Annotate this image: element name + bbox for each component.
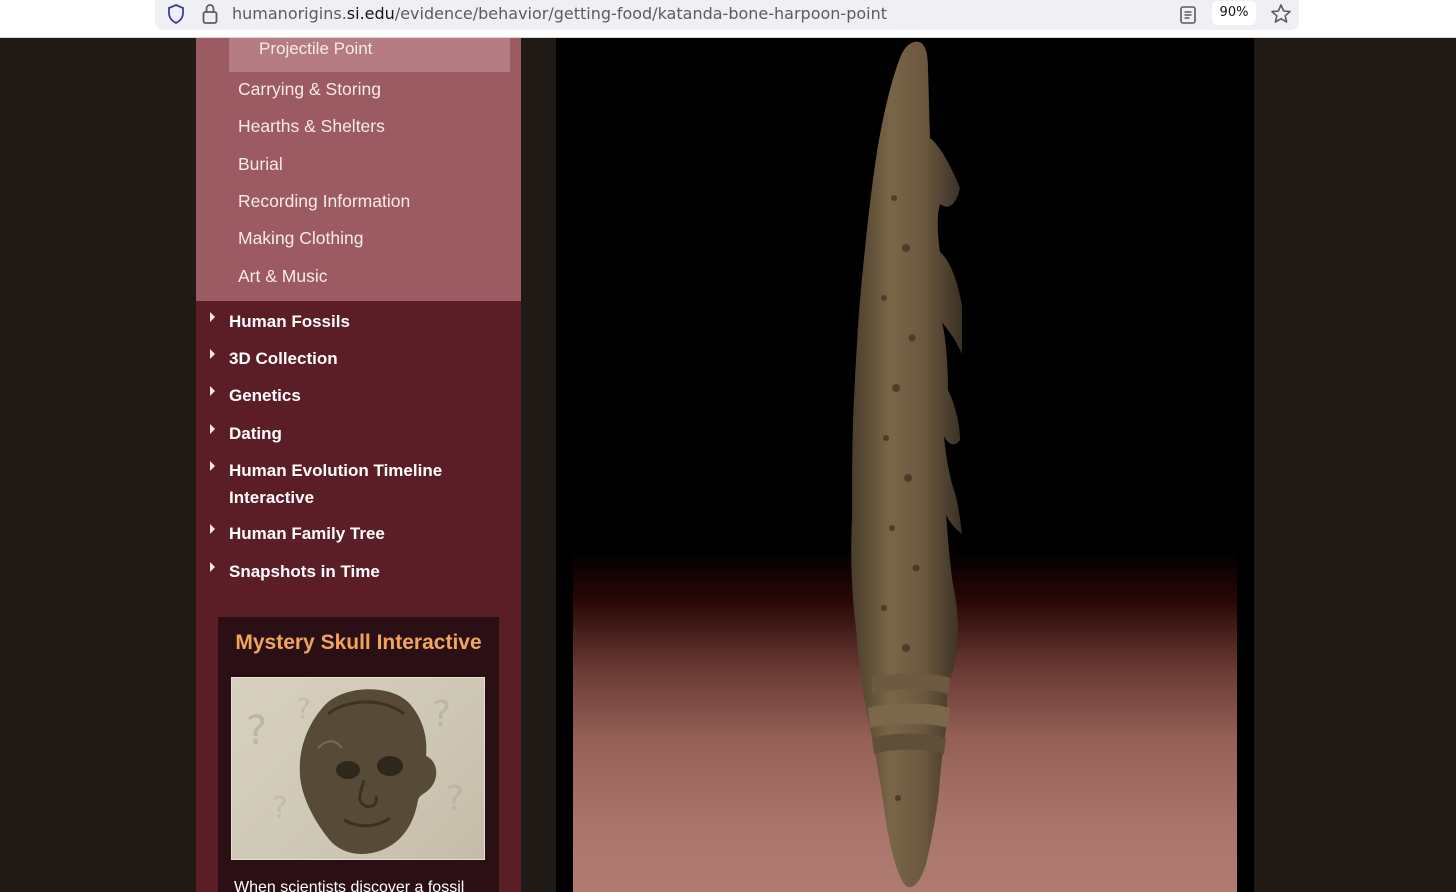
- browser-toolbar: humanorigins.si.edu/evidence/behavior/ge…: [0, 0, 1456, 38]
- url-text[interactable]: humanorigins.si.edu/evidence/behavior/ge…: [232, 4, 887, 23]
- subnav-item-art-music[interactable]: Art & Music: [238, 266, 327, 287]
- subnav-item-recording-information[interactable]: Recording Information: [238, 191, 410, 212]
- address-bar[interactable]: humanorigins.si.edu/evidence/behavior/ge…: [155, 0, 1299, 30]
- subnav-item-burial[interactable]: Burial: [238, 154, 283, 175]
- nav-item-label: Dating: [229, 424, 282, 443]
- nav-item-label: Snapshots in Time: [229, 562, 380, 581]
- nav-item-label: Human Fossils: [229, 312, 350, 331]
- svg-text:?: ?: [296, 692, 311, 725]
- caret-right-icon: [210, 461, 215, 471]
- promo-title[interactable]: Mystery Skull Interactive: [218, 631, 499, 655]
- promo-skull-image[interactable]: ? ? ? ? ?: [231, 677, 485, 860]
- subnav-panel: Projectile Point Carrying & Storing Hear…: [196, 38, 521, 301]
- caret-right-icon: [210, 562, 215, 572]
- svg-text:?: ?: [246, 708, 267, 754]
- bookmark-star-icon[interactable]: [1270, 3, 1292, 25]
- caret-right-icon: [210, 349, 215, 359]
- url-domain: si.edu: [346, 4, 395, 23]
- caret-right-icon: [210, 424, 215, 434]
- nav-item-label: Human Family Tree: [229, 524, 385, 543]
- caret-right-icon: [210, 312, 215, 322]
- promo-description: When scientists discover a fossil: [234, 879, 465, 892]
- subnav-item-carrying-storing[interactable]: Carrying & Storing: [238, 79, 381, 100]
- zoom-level-button[interactable]: 90%: [1212, 1, 1256, 25]
- nav-item-label: Genetics: [229, 386, 301, 405]
- nav-item-label: Human Evolution Timeline Interactive: [229, 461, 443, 507]
- svg-text:?: ?: [446, 779, 464, 819]
- subnav-item-label: Projectile Point: [259, 39, 373, 58]
- reader-view-icon[interactable]: [1178, 4, 1198, 26]
- svg-text:?: ?: [272, 791, 288, 826]
- shield-icon[interactable]: [167, 4, 185, 24]
- nav-item-label: 3D Collection: [229, 349, 338, 368]
- sidebar-nav: Projectile Point Carrying & Storing Hear…: [196, 38, 521, 892]
- bone-harpoon-illustration: [851, 41, 962, 888]
- subnav-item-making-clothing[interactable]: Making Clothing: [238, 228, 363, 249]
- caret-right-icon: [210, 524, 215, 534]
- subnav-item-projectile-point[interactable]: Projectile Point: [229, 38, 510, 72]
- lock-icon[interactable]: [201, 3, 219, 25]
- url-domain-prefix: humanorigins.: [232, 4, 347, 23]
- caret-right-icon: [210, 386, 215, 396]
- skull-illustration: ? ? ? ? ?: [246, 689, 464, 854]
- subnav-item-hearths-shelters[interactable]: Hearths & Shelters: [238, 116, 385, 137]
- promo-box: Mystery Skull Interactive ? ? ? ? ? When…: [218, 617, 499, 892]
- harpoon-point-photo[interactable]: [556, 38, 1254, 892]
- svg-text:?: ?: [432, 694, 451, 735]
- url-path: /evidence/behavior/getting-food/katanda-…: [394, 4, 887, 23]
